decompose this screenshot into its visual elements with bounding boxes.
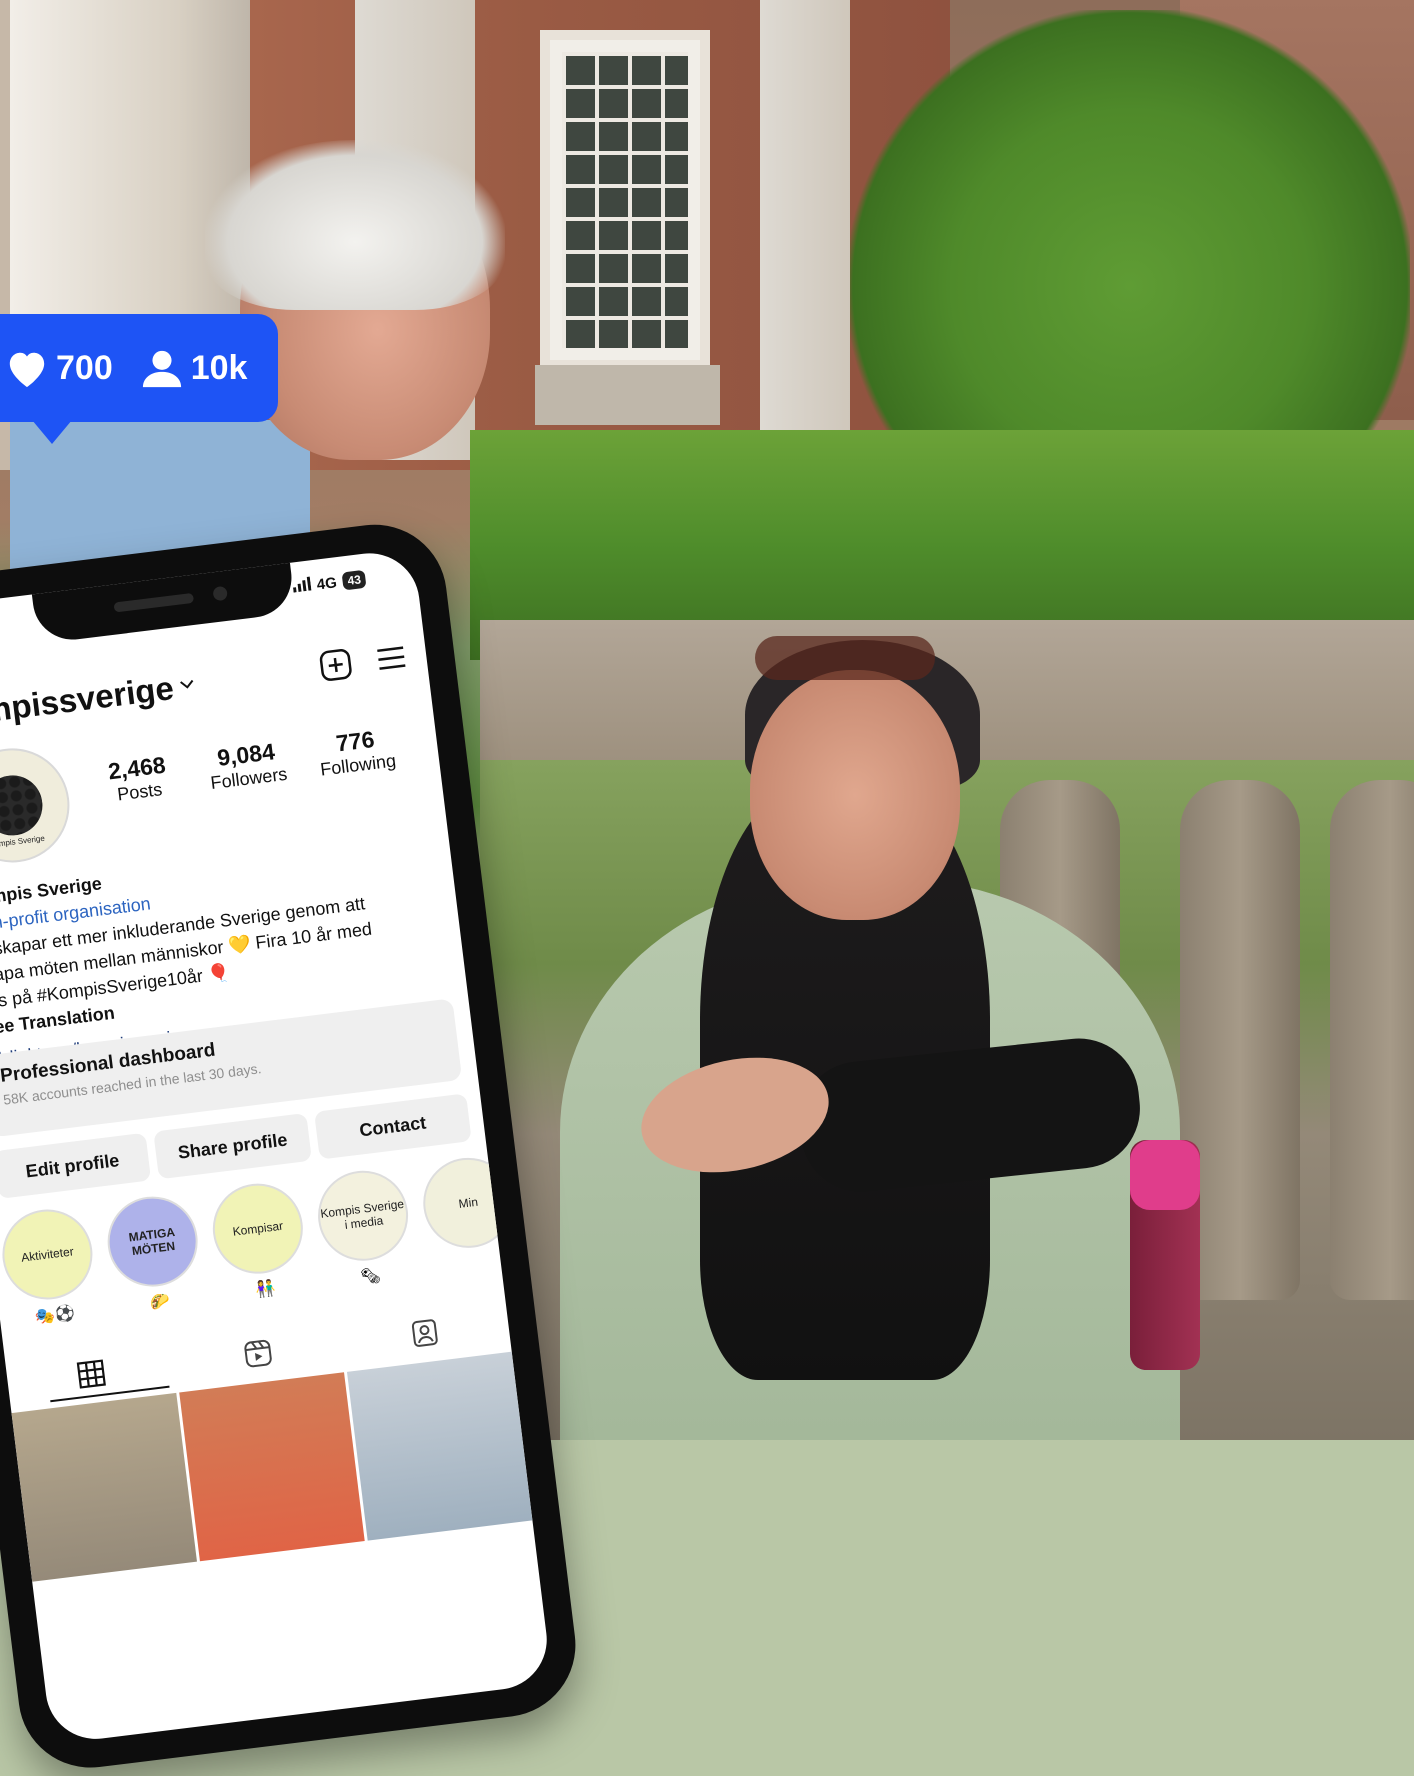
highlight-kompis-i-media[interactable]: Kompis Sverige i media 🗞: [312, 1165, 416, 1292]
status-bar: 4G 43: [292, 569, 367, 597]
phone-notch: [31, 560, 297, 645]
likes-stat: 700: [4, 347, 113, 389]
highlight-emoji: 🎭⚽: [34, 1304, 76, 1327]
chevron-down-icon: [178, 676, 196, 696]
posts-label: Posts: [116, 779, 164, 805]
avatar-logo-text: Kompis Sverige: [0, 833, 46, 850]
heart-icon: [4, 347, 50, 389]
highlight-min[interactable]: Min: [418, 1152, 521, 1279]
likes-count: 700: [56, 348, 113, 387]
highlight-aktiviteter[interactable]: Aktiviteter 🎭⚽: [0, 1204, 101, 1330]
instagram-profile-screen: 14 4G 43 kompissverige: [0, 547, 553, 1745]
create-post-icon[interactable]: [317, 646, 355, 689]
highlight-cover: Kompisar: [207, 1178, 309, 1279]
username-switcher[interactable]: kompissverige: [0, 666, 198, 735]
phone-frame: 14 4G 43 kompissverige: [0, 516, 584, 1776]
followers-count-bubble: 10k: [190, 348, 248, 387]
user-icon: [139, 347, 185, 389]
post-thumbnail[interactable]: [11, 1392, 197, 1582]
phone-mockup: 14 4G 43 kompissverige: [0, 463, 998, 1776]
grid-icon: [75, 1357, 109, 1395]
avatar[interactable]: Kompis Sverige: [0, 741, 76, 869]
following-stat[interactable]: 776 Following: [299, 722, 414, 783]
username: kompissverige: [0, 668, 176, 734]
highlight-cover: Kompis Sverige i media: [312, 1165, 414, 1266]
highlight-matiga-moten[interactable]: MATIGA MÖTEN 🌮: [102, 1191, 205, 1317]
highlight-cover: Aktiviteter: [0, 1204, 98, 1305]
edit-profile-button[interactable]: Edit profile: [0, 1132, 152, 1199]
highlight-emoji: 🌮: [149, 1292, 172, 1313]
highlight-emoji: 🗞: [359, 1267, 382, 1287]
contact-button[interactable]: Contact: [313, 1093, 472, 1160]
tagged-icon: [408, 1316, 442, 1354]
followers-stat: 10k: [139, 347, 248, 389]
highlight-emoji: [474, 1253, 476, 1273]
reels-icon: [241, 1336, 275, 1374]
post-thumbnail[interactable]: [179, 1372, 365, 1562]
highlight-cover: MATIGA MÖTEN: [102, 1191, 203, 1292]
battery-indicator: 43: [341, 569, 367, 591]
share-profile-button[interactable]: Share profile: [153, 1112, 312, 1180]
menu-icon[interactable]: [372, 639, 410, 682]
post-thumbnail[interactable]: [346, 1351, 533, 1541]
tree-logo-icon: [0, 771, 46, 839]
followers-stat-profile[interactable]: 9,084 Followers: [190, 735, 305, 796]
posts-stat[interactable]: 2,468 Posts: [81, 748, 196, 809]
highlight-cover: Min: [418, 1152, 519, 1253]
signal-icon: [292, 576, 312, 596]
highlight-kompisar[interactable]: Kompisar 👫: [207, 1178, 311, 1305]
network-label: 4G: [315, 573, 338, 594]
highlight-emoji: 👫: [254, 1280, 277, 1300]
engagement-stats-bubble: 700 10k: [0, 314, 278, 444]
